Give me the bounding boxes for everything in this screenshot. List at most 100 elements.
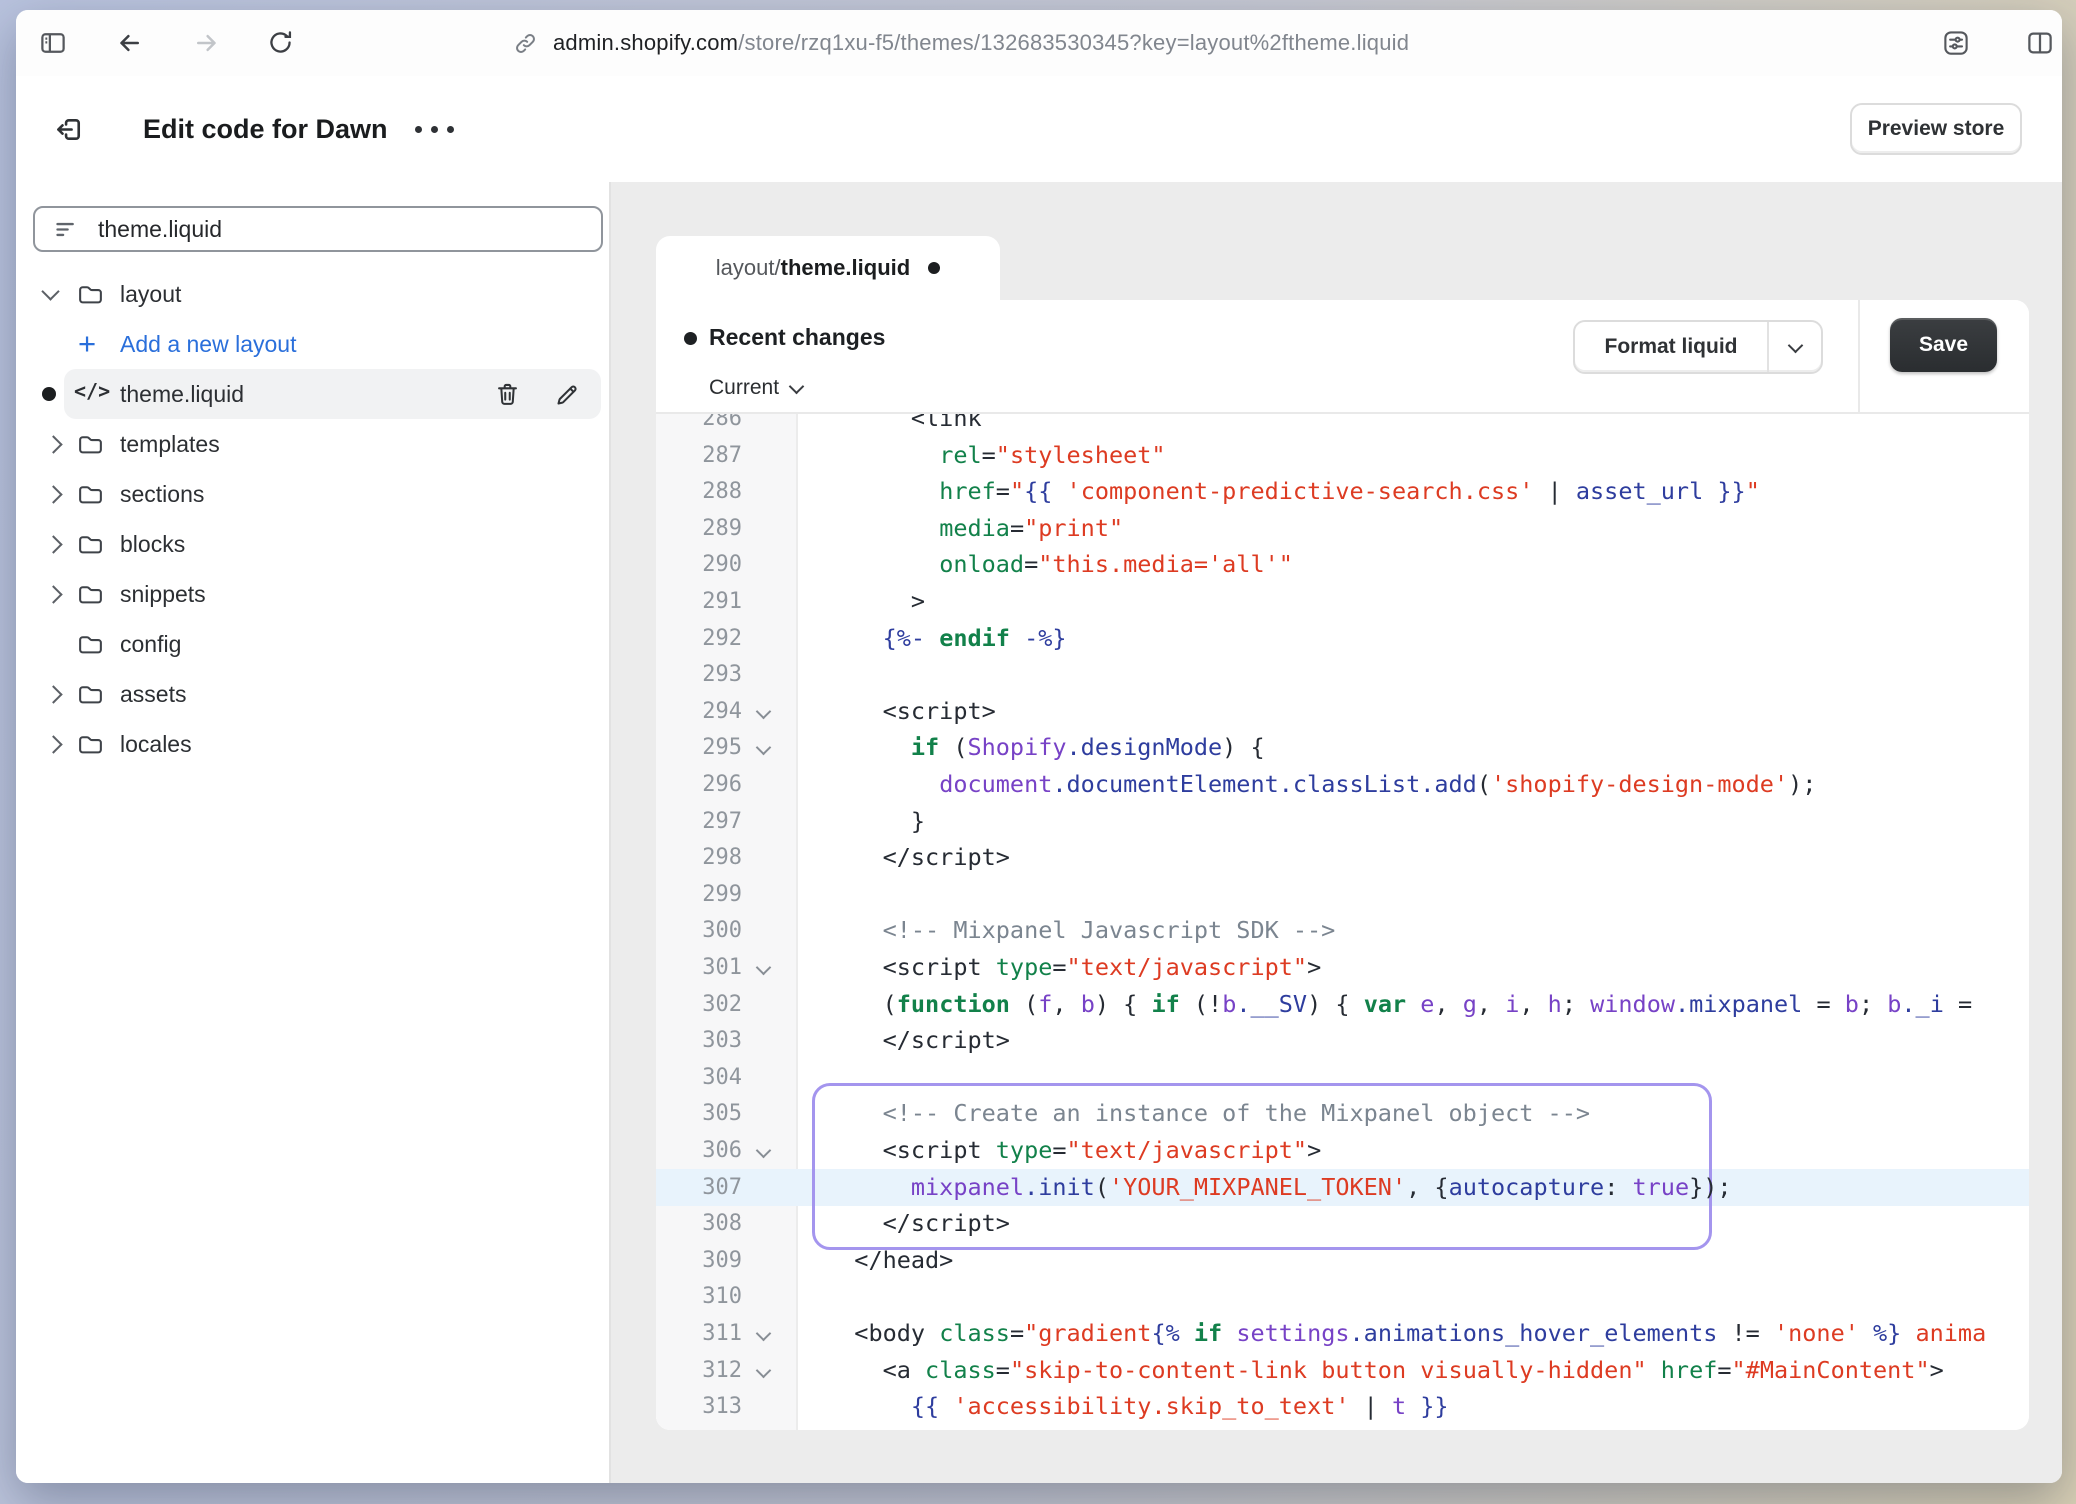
chevron-right-icon[interactable] xyxy=(44,585,62,603)
sidebar-item-add-a-new-layout[interactable]: +Add a new layout xyxy=(16,322,611,366)
sidebar-item-layout[interactable]: layout xyxy=(16,272,611,316)
code-line[interactable]: </head> xyxy=(826,1242,953,1279)
code-line[interactable]: {{ 'accessibility.skip_to_text' | t }} xyxy=(826,1388,1449,1425)
chevron-right-icon[interactable] xyxy=(44,685,62,703)
line-number: 294 xyxy=(656,693,742,730)
code-line[interactable]: href="{{ 'component-predictive-search.cs… xyxy=(826,473,1760,510)
changes-dot-icon xyxy=(684,332,697,345)
line-number: 301 xyxy=(656,949,742,986)
code-line[interactable]: </script> xyxy=(826,839,1010,876)
sidebar-item-sections[interactable]: sections xyxy=(16,472,611,516)
more-actions-icon[interactable] xyxy=(415,76,454,182)
sidebar-toggle-icon[interactable] xyxy=(38,28,68,58)
code-line[interactable]: <script type="text/javascript"> xyxy=(826,949,1321,986)
code-line[interactable]: <script type="text/javascript"> xyxy=(826,1132,1321,1169)
code-file-icon: </> xyxy=(74,379,110,403)
code-line[interactable]: </script> xyxy=(826,1205,1010,1242)
code-line[interactable]: <a class="skip-to-content-link button vi… xyxy=(826,1352,1944,1389)
search-input[interactable] xyxy=(96,215,601,244)
rename-file-icon[interactable] xyxy=(554,381,581,413)
reload-icon[interactable] xyxy=(266,28,296,58)
code-line[interactable]: document.documentElement.classList.add('… xyxy=(826,766,1816,803)
code-line[interactable]: rel="stylesheet" xyxy=(826,437,1166,474)
code-line[interactable]: </script> xyxy=(826,1022,1010,1059)
code-line[interactable]: > xyxy=(826,583,925,620)
editor-card: Recent changes Current Format liquid Sav… xyxy=(656,300,2029,1430)
folder-icon xyxy=(76,430,105,464)
save-button[interactable]: Save xyxy=(1890,318,1997,372)
sidebar-item-label: layout xyxy=(120,272,181,316)
line-number: 286 xyxy=(656,414,742,437)
chevron-right-icon[interactable] xyxy=(44,485,62,503)
format-options-toggle[interactable] xyxy=(1767,322,1821,372)
line-number: 309 xyxy=(656,1242,742,1279)
preview-store-button[interactable]: Preview store xyxy=(1850,103,2022,155)
folder-icon xyxy=(76,530,105,564)
sidebar-item-snippets[interactable]: snippets xyxy=(16,572,611,616)
file-search[interactable] xyxy=(33,206,603,252)
chevron-right-icon[interactable] xyxy=(44,535,62,553)
sidebar-item-label: sections xyxy=(120,472,204,516)
chevron-down-icon xyxy=(1787,337,1803,353)
forward-icon[interactable] xyxy=(192,28,222,58)
divider xyxy=(1858,300,1860,414)
url-host: admin.shopify.com xyxy=(553,30,738,56)
sidebar-item-label: assets xyxy=(120,672,186,716)
code-line[interactable]: mixpanel.init('YOUR_MIXPANEL_TOKEN', {au… xyxy=(826,1169,1732,1206)
code-line[interactable]: <script> xyxy=(826,693,996,730)
line-number: 293 xyxy=(656,656,742,693)
chevron-right-icon[interactable] xyxy=(44,435,62,453)
version-label: Current xyxy=(709,376,779,400)
line-number: 289 xyxy=(656,510,742,547)
link-icon xyxy=(512,30,539,57)
code-line[interactable]: {%- endif -%} xyxy=(826,620,1067,657)
code-line[interactable]: <link xyxy=(826,414,982,437)
panel-title: Recent changes xyxy=(709,324,885,351)
code-line[interactable]: <body class="gradient{% if settings.anim… xyxy=(826,1315,1986,1352)
sidebar-item-config[interactable]: config xyxy=(16,622,611,666)
code-line[interactable]: <!-- Mixpanel Javascript SDK --> xyxy=(826,912,1335,949)
line-number: 312 xyxy=(656,1352,742,1389)
file-sidebar: layout +Add a new layout </> theme.liquid te… xyxy=(16,182,611,1483)
back-icon[interactable] xyxy=(114,28,144,58)
version-selector[interactable]: Current xyxy=(709,376,802,400)
sidebar-item-templates[interactable]: templates xyxy=(16,422,611,466)
sidebar-item-label: templates xyxy=(120,422,220,466)
code-line[interactable]: (function (f, b) { if (!b.__SV) { var e,… xyxy=(826,986,1972,1023)
editor-header: Recent changes Current Format liquid Sav… xyxy=(656,300,2029,414)
folder-icon xyxy=(76,280,105,314)
format-liquid-button[interactable]: Format liquid xyxy=(1573,320,1823,374)
line-number: 314 xyxy=(656,1425,742,1430)
plus-icon: + xyxy=(78,322,96,366)
code-line[interactable]: } xyxy=(826,803,925,840)
address-bar[interactable]: admin.shopify.com/store/rzq1xu-f5/themes… xyxy=(512,10,1409,76)
exit-icon[interactable] xyxy=(53,113,83,143)
split-view-icon[interactable] xyxy=(2025,28,2055,58)
tab-theme-liquid[interactable]: layout/theme.liquid xyxy=(656,236,1000,300)
url-path: /store/rzq1xu-f5/themes/132683530345?key… xyxy=(738,30,1409,56)
code-line[interactable]: onload="this.media='all'" xyxy=(826,546,1293,583)
sidebar-item-locales[interactable]: locales xyxy=(16,722,611,766)
sidebar-item-label: theme.liquid xyxy=(120,372,244,416)
code-line[interactable]: </a> xyxy=(826,1425,939,1430)
line-number: 295 xyxy=(656,729,742,766)
code-line[interactable]: if (Shopify.designMode) { xyxy=(826,729,1265,766)
line-number: 302 xyxy=(656,986,742,1023)
chevron-down-icon xyxy=(789,378,805,394)
code-line[interactable]: media="print" xyxy=(826,510,1123,547)
app-header: Edit code for Dawn Preview store xyxy=(16,76,2062,184)
sidebar-item-theme-liquid[interactable]: </> theme.liquid xyxy=(16,372,611,416)
sidebar-item-assets[interactable]: assets xyxy=(16,672,611,716)
folder-icon xyxy=(76,630,105,664)
line-number: 311 xyxy=(656,1315,742,1352)
tab-dir: layout/ xyxy=(716,255,781,281)
sidebar-item-blocks[interactable]: blocks xyxy=(16,522,611,566)
code-editor[interactable]: 286 <link287 rel="stylesheet"288 href="{… xyxy=(656,414,2029,1430)
code-line[interactable]: <!-- Create an instance of the Mixpanel … xyxy=(826,1095,1590,1132)
browser-settings-icon[interactable] xyxy=(1941,28,1971,58)
chevron-right-icon[interactable] xyxy=(44,735,62,753)
line-number: 290 xyxy=(656,546,742,583)
line-number: 297 xyxy=(656,803,742,840)
chevron-down-icon[interactable] xyxy=(41,282,59,300)
delete-file-icon[interactable] xyxy=(494,381,521,413)
